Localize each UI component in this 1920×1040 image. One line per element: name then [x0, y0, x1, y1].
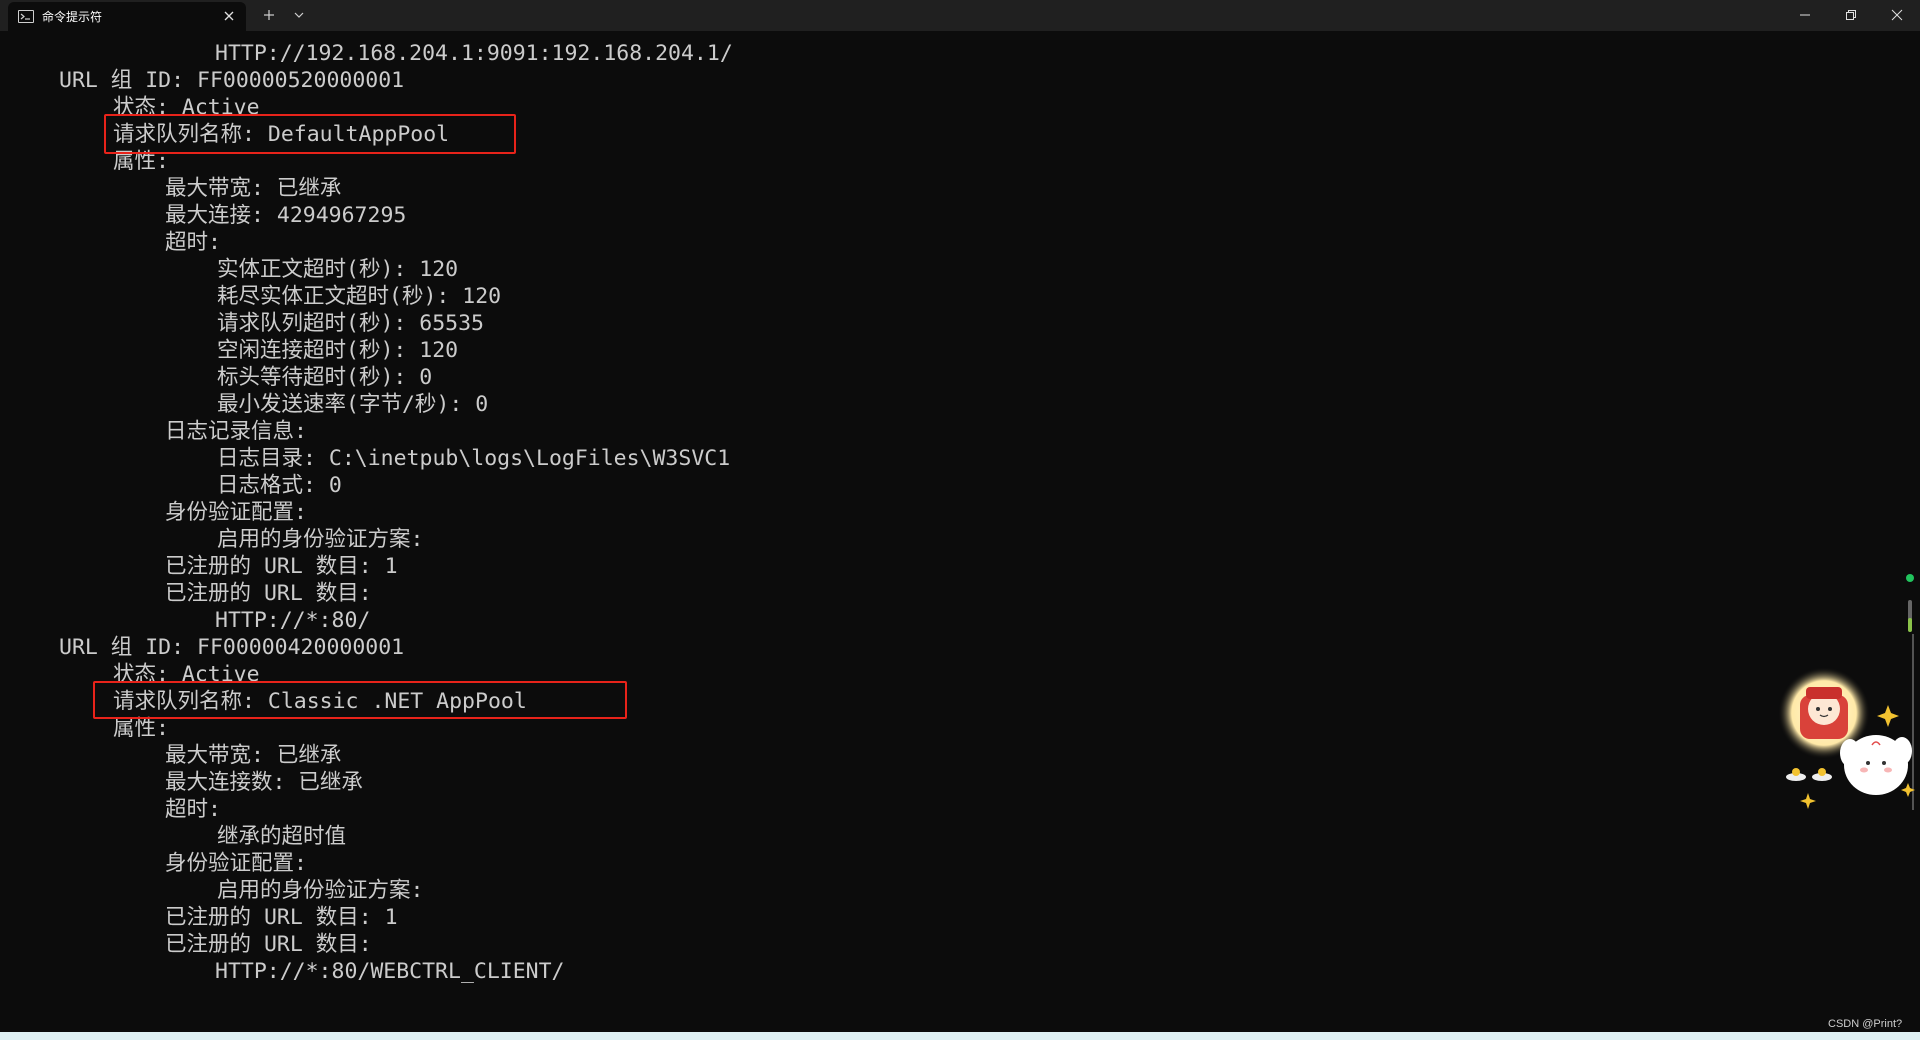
csdn-watermark: CSDN @Print?: [1828, 1018, 1903, 1030]
terminal-line: 已注册的 URL 数目:: [165, 581, 372, 606]
terminal-line: 日志目录: C:\inetpub\logs\LogFiles\W3SVC1: [217, 446, 731, 471]
restore-button[interactable]: [1828, 0, 1874, 31]
highlight-box-defaultapppool: [104, 114, 516, 154]
chevron-down-icon[interactable]: [288, 4, 310, 26]
title-bar: 命令提示符: [0, 0, 1920, 31]
terminal-line: 属性:: [113, 716, 169, 741]
terminal-line: 最大连接数: 已继承: [165, 770, 363, 795]
minimize-icon: [1800, 14, 1810, 16]
terminal-line: HTTP://192.168.204.1:9091:192.168.204.1/: [215, 41, 733, 66]
new-tab-plus-icon[interactable]: [258, 4, 280, 26]
terminal-line: 标头等待超时(秒): 0: [217, 365, 433, 390]
terminal-line: 实体正文超时(秒): 120: [217, 257, 459, 282]
terminal-line: URL 组 ID: FF00000520000001: [59, 68, 405, 93]
terminal-line: 已注册的 URL 数目:: [165, 932, 372, 957]
close-icon: [1891, 9, 1903, 21]
terminal-line: 最小发送速率(字节/秒): 0: [217, 392, 489, 417]
restore-icon: [1846, 10, 1856, 20]
terminal-line: 日志记录信息:: [165, 419, 307, 444]
terminal-line: 超时:: [165, 797, 221, 822]
bottom-strip: [0, 1032, 1920, 1040]
terminal-line: 身份验证配置:: [165, 851, 307, 876]
terminal-line: 已注册的 URL 数目: 1: [165, 905, 398, 930]
tab-close-icon[interactable]: [220, 7, 238, 25]
terminal-icon: [18, 10, 34, 23]
terminal-line: 已注册的 URL 数目: 1: [165, 554, 398, 579]
minimize-button[interactable]: [1782, 0, 1828, 31]
highlight-box-classic-net-apppool: [93, 681, 627, 719]
mascot-sticker-image: [1778, 667, 1915, 809]
terminal-line: 耗尽实体正文超时(秒): 120: [217, 284, 502, 309]
terminal-line: 超时:: [165, 230, 221, 255]
terminal-line: 最大带宽: 已继承: [165, 176, 342, 201]
terminal-line: 日志格式: 0: [217, 473, 342, 498]
terminal-line: 继承的超时值: [217, 824, 347, 849]
tab-title: 命令提示符: [42, 10, 103, 24]
terminal-line: 启用的身份验证方案:: [217, 878, 424, 903]
tab-command-prompt[interactable]: 命令提示符: [8, 2, 246, 31]
terminal-line: 空闲连接超时(秒): 120: [217, 338, 459, 363]
terminal-output[interactable]: HTTP://192.168.204.1:9091:192.168.204.1/…: [0, 31, 1920, 1032]
terminal-line: HTTP://*:80/WEBCTRL_CLIENT/: [215, 959, 565, 984]
terminal-line: URL 组 ID: FF00000420000001: [59, 635, 405, 660]
terminal-line: 请求队列超时(秒): 65535: [217, 311, 484, 336]
terminal-line: 启用的身份验证方案:: [217, 527, 424, 552]
close-window-button[interactable]: [1874, 0, 1920, 31]
terminal-line: HTTP://*:80/: [215, 608, 371, 633]
terminal-line: 最大带宽: 已继承: [165, 743, 342, 768]
terminal-line: 最大连接: 4294967295: [165, 203, 407, 228]
terminal-line: 身份验证配置:: [165, 500, 307, 525]
